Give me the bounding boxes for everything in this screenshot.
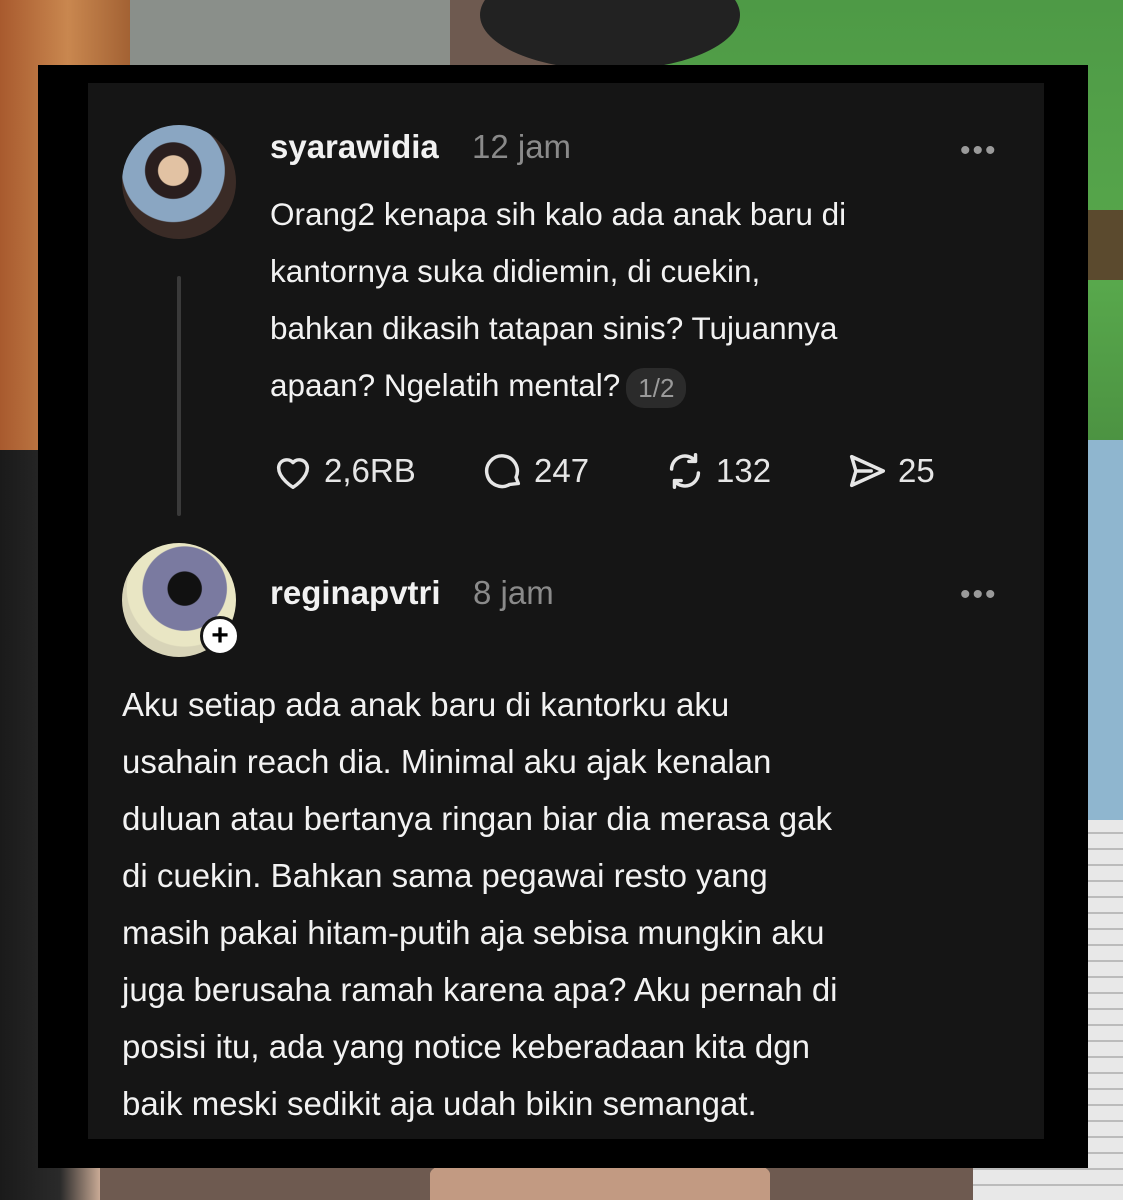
post2-line-6: juga berusaha ramah karena apa? Aku pern… (122, 971, 838, 1008)
like-count: 2,6RB (324, 452, 416, 489)
post1-more-icon[interactable]: ••• (960, 134, 998, 168)
post1-time: 12 jam (472, 128, 572, 165)
post2-line-1: Aku setiap ada anak baru di kantorku aku (122, 686, 730, 723)
comment-icon (484, 454, 521, 489)
post2-time: 8 jam (473, 574, 554, 611)
post1-line-2: kantornya suka didiemin, di cuekin, (270, 253, 761, 289)
post2-line-5: masih pakai hitam-putih aja sebisa mungk… (122, 914, 825, 951)
post2-line-3: duluan atau bertanya ringan biar dia mer… (122, 800, 832, 837)
post1-line-4: apaan? Ngelatih mental? (270, 367, 621, 403)
post1-line-3: bahkan dikasih tatapan sinis? Tujuannya (270, 310, 838, 346)
post1-username[interactable]: syarawidia (270, 128, 439, 166)
post2-line-8: baik meski sedikit aja udah bikin semang… (122, 1085, 757, 1122)
like-button[interactable]: 2,6RB (270, 444, 416, 498)
share-count: 25 (898, 452, 935, 489)
share-button[interactable]: 25 (844, 444, 935, 498)
post1-line-1: Orang2 kenapa sih kalo ada anak baru di (270, 196, 847, 232)
bg-wall (130, 0, 450, 70)
post2-more-icon[interactable]: ••• (960, 578, 998, 612)
follow-plus-icon[interactable]: + (200, 616, 240, 656)
thread-pager: 1/2 (626, 367, 687, 408)
post2-username[interactable]: reginapvtri (270, 574, 441, 612)
reply-button[interactable]: 247 (480, 444, 589, 498)
avatar-syarawidia[interactable] (122, 125, 236, 239)
post1-actions: 2,6RB 247 132 25 (270, 444, 970, 498)
reply-count: 247 (534, 452, 590, 489)
repost-icon (669, 452, 701, 490)
thread-connector-line (177, 276, 181, 516)
send-icon (849, 454, 886, 488)
post2-line-7: posisi itu, ada yang notice keberadaan k… (122, 1028, 810, 1065)
repost-button[interactable]: 132 (662, 444, 771, 498)
post2-line-4: di cuekin. Bahkan sama pegawai resto yan… (122, 857, 768, 894)
repost-count: 132 (716, 452, 772, 489)
post2-line-2: usahain reach dia. Minimal aku ajak kena… (122, 743, 772, 780)
heart-icon (276, 458, 310, 490)
post1-body: Orang2 kenapa sih kalo ada anak baru di … (270, 186, 846, 414)
post2-body: Aku setiap ada anak baru di kantorku aku… (122, 676, 1002, 1132)
